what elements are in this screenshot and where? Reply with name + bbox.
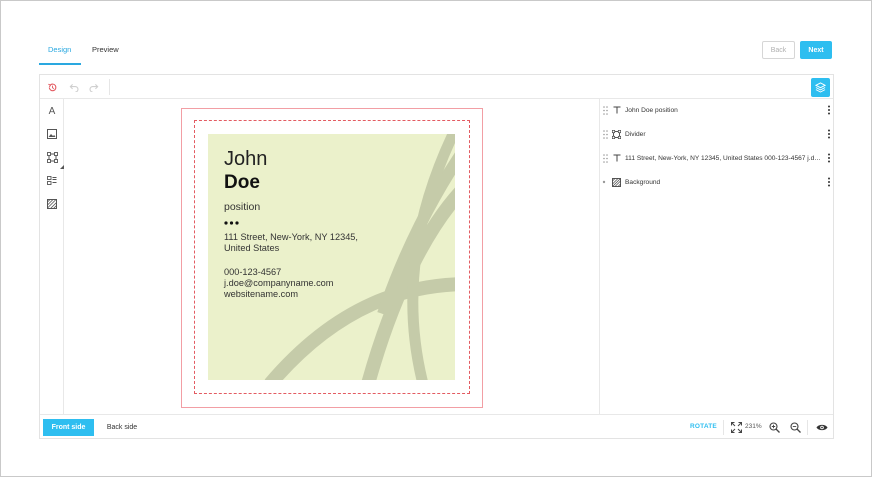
zoom-in-icon[interactable] — [769, 422, 780, 433]
active-tab-indicator — [39, 63, 81, 65]
top-toolbar — [40, 75, 833, 99]
more-options-icon[interactable] — [827, 153, 831, 163]
card-address-line1[interactable]: 111 Street, New-York, NY 12345, — [224, 232, 358, 243]
layer-name: John Doe position — [625, 106, 678, 114]
bottom-divider — [807, 420, 808, 435]
card-last-name[interactable]: Doe — [224, 172, 260, 194]
zoom-level: 231% — [745, 423, 762, 430]
text-layer-icon — [612, 106, 621, 115]
layer-item[interactable]: Divider — [600, 127, 835, 141]
layer-item[interactable]: Background — [600, 175, 835, 189]
drag-handle-icon[interactable] — [603, 153, 608, 163]
card-phone[interactable]: 000-123-4567 — [224, 267, 281, 278]
tab-preview[interactable]: Preview — [92, 45, 119, 54]
back-side-tab[interactable]: Back side — [100, 419, 144, 436]
layers-panel: John Doe position Divider 111 Street, Ne… — [599, 99, 834, 414]
qr-code-tool-icon[interactable] — [45, 173, 59, 187]
app-frame: Design Preview Back Next A John Doe posi… — [0, 0, 872, 477]
layer-name: Background — [625, 178, 661, 186]
card-divider-dots[interactable] — [224, 221, 240, 225]
more-options-icon[interactable] — [827, 129, 831, 139]
card-first-name[interactable]: John — [224, 148, 267, 171]
zoom-out-icon[interactable] — [790, 422, 801, 433]
image-tool-icon[interactable] — [45, 127, 59, 141]
history-icon[interactable] — [45, 80, 59, 94]
text-layer-icon — [612, 154, 621, 163]
back-button[interactable]: Back — [762, 41, 795, 59]
card-website[interactable]: websitename.com — [224, 289, 298, 300]
background-layer-icon — [612, 177, 621, 187]
layer-name: 111 Street, New-York, NY 12345, United S… — [625, 154, 821, 162]
bottom-divider — [723, 420, 724, 435]
fit-screen-icon[interactable] — [731, 422, 742, 433]
layers-button[interactable] — [811, 78, 830, 97]
layers-icon — [815, 82, 826, 93]
design-canvas[interactable]: John Doe position 111 Street, New-York, … — [64, 99, 599, 414]
undo-icon[interactable] — [66, 80, 80, 94]
card-address-line2[interactable]: United States — [224, 243, 279, 254]
bullet-icon — [602, 180, 606, 184]
shape-layer-icon — [612, 129, 621, 139]
business-card[interactable]: John Doe position 111 Street, New-York, … — [208, 134, 455, 380]
layer-item[interactable]: 111 Street, New-York, NY 12345, United S… — [600, 151, 835, 165]
rotate-button[interactable]: ROTATE — [690, 423, 717, 430]
left-toolbar: A — [40, 99, 64, 414]
more-options-icon[interactable] — [827, 105, 831, 115]
front-side-tab[interactable]: Front side — [43, 419, 94, 436]
more-options-icon[interactable] — [827, 177, 831, 187]
card-email[interactable]: j.doe@companyname.com — [224, 278, 333, 289]
shape-tool-icon[interactable] — [45, 150, 59, 164]
tab-design[interactable]: Design — [48, 45, 71, 54]
redo-icon[interactable] — [87, 80, 101, 94]
preview-eye-icon[interactable] — [816, 423, 828, 432]
layer-item[interactable]: John Doe position — [600, 103, 835, 117]
layer-name: Divider — [625, 130, 646, 138]
toolbar-divider — [109, 79, 110, 95]
text-tool-icon[interactable]: A — [45, 104, 59, 118]
card-position[interactable]: position — [224, 201, 260, 213]
bottom-toolbar: Front side Back side ROTATE 231% — [40, 414, 833, 439]
next-button[interactable]: Next — [800, 41, 832, 59]
editor-panel: A John Doe position 111 Street, New-York… — [39, 74, 834, 439]
background-tool-icon[interactable] — [45, 197, 59, 211]
drag-handle-icon[interactable] — [603, 105, 608, 115]
drag-handle-icon[interactable] — [603, 129, 608, 139]
